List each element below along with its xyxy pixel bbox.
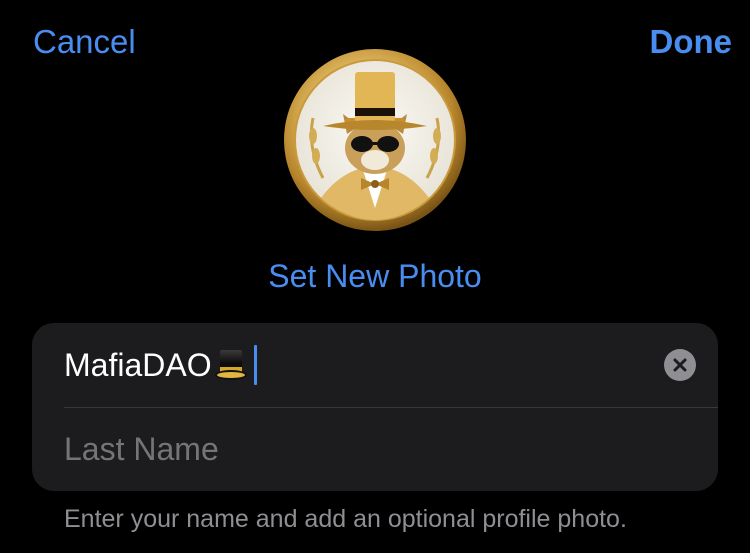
first-name-row[interactable]: MafiaDAO bbox=[32, 323, 718, 407]
last-name-input[interactable] bbox=[64, 429, 664, 469]
first-name-field[interactable]: MafiaDAO bbox=[64, 345, 257, 385]
done-button[interactable]: Done bbox=[650, 22, 733, 62]
name-form-card: MafiaDAO bbox=[32, 323, 718, 491]
last-name-row[interactable] bbox=[32, 407, 718, 491]
top-hat-icon bbox=[214, 348, 248, 382]
set-new-photo-button[interactable]: Set New Photo bbox=[0, 256, 750, 296]
profile-photo[interactable] bbox=[283, 48, 467, 232]
close-icon bbox=[673, 358, 687, 372]
hint-text: Enter your name and add an optional prof… bbox=[64, 505, 627, 533]
first-name-text: MafiaDAO bbox=[64, 347, 212, 383]
text-cursor bbox=[253, 345, 257, 385]
clear-text-button[interactable] bbox=[664, 349, 696, 381]
avatar-cat-coin-icon bbox=[284, 49, 466, 231]
cancel-button[interactable]: Cancel bbox=[33, 22, 136, 62]
